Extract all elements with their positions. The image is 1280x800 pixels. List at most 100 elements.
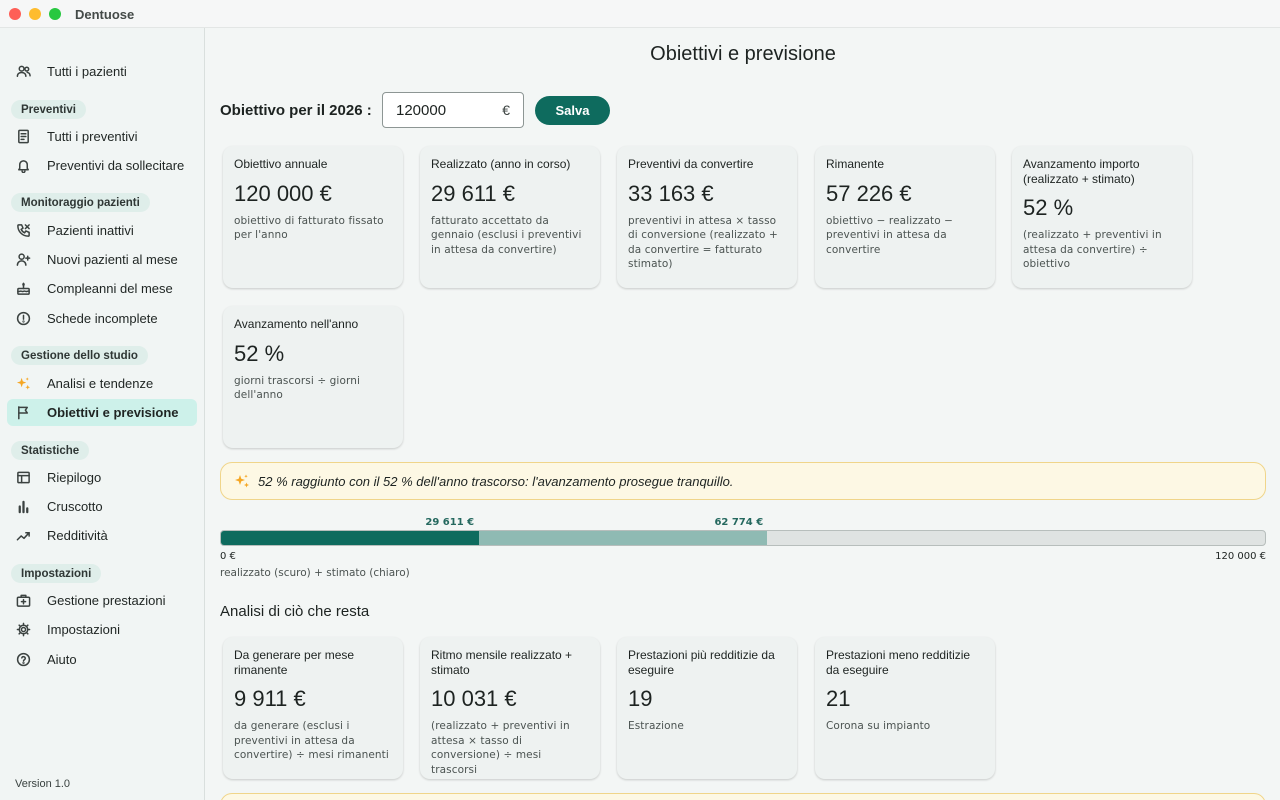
sidebar-item-label: Cruscotto xyxy=(47,499,103,514)
sidebar-item-compleanni-del-mese[interactable]: Compleanni del mese xyxy=(7,275,197,302)
card-title: Rimanente xyxy=(826,157,885,171)
card-description: Corona su impianto xyxy=(826,720,931,732)
card-ritmo-mensile: Ritmo mensile realizzato + stimato 10 03… xyxy=(420,637,600,779)
card-prestazioni-piu-redditizie: Prestazioni più redditizie da eseguire 1… xyxy=(617,637,797,779)
card-description: preventivi in attesa × tasso di conversi… xyxy=(628,214,778,271)
sidebar-item-pazienti-inattivi[interactable]: Pazienti inattivi xyxy=(7,217,197,244)
sidebar-item-analisi-e-tendenze[interactable]: Analisi e tendenze xyxy=(7,370,197,397)
users-icon xyxy=(15,64,31,80)
help-icon xyxy=(15,652,31,668)
sidebar: Tutti i pazienti Preventivi Tutti i prev… xyxy=(0,28,205,800)
sidebar-item-preventivi-da-sollecitare[interactable]: Preventivi da sollecitare xyxy=(7,152,197,179)
sidebar-item-aiuto[interactable]: Aiuto xyxy=(7,646,197,673)
sidebar-item-schede-incomplete[interactable]: Schede incomplete xyxy=(7,305,197,332)
phone-icon xyxy=(15,223,31,239)
sidebar-item-obiettivi-e-previsione[interactable]: Obiettivi e previsione xyxy=(7,399,197,426)
section-statistiche: Statistiche xyxy=(11,441,90,460)
estimated-amount-label: 62 774 € xyxy=(714,517,764,528)
card-title: Ritmo mensile realizzato + stimato xyxy=(431,648,573,677)
sidebar-item-redditivita[interactable]: Redditività xyxy=(7,522,197,549)
sparkles-icon xyxy=(15,376,31,392)
section-title-analisi: Analisi di ciò che resta xyxy=(220,603,370,620)
card-description: (realizzato + preventivi in attesa × tas… xyxy=(431,720,570,776)
card-obiettivo-annuale: Obiettivo annuale 120 000 € obiettivo di… xyxy=(223,146,403,288)
insight-banner-partial xyxy=(220,793,1266,800)
sidebar-item-riepilogo[interactable]: Riepilogo xyxy=(7,464,197,491)
bell-icon xyxy=(15,158,31,174)
gear-icon xyxy=(15,622,31,638)
card-description: obiettivo di fatturato fissato per l'ann… xyxy=(234,214,384,242)
card-value: 52 % xyxy=(1023,195,1074,220)
sidebar-item-label: Redditività xyxy=(47,528,108,543)
card-description: Estrazione xyxy=(628,720,684,732)
progress-min-label: 0 € xyxy=(220,551,236,562)
sidebar-item-label: Analisi e tendenze xyxy=(47,376,154,391)
card-prestazioni-meno-redditizie: Prestazioni meno redditizie da eseguire … xyxy=(815,637,995,779)
card-value: 33 163 € xyxy=(628,180,714,206)
sidebar-item-gestione-prestazioni[interactable]: Gestione prestazioni xyxy=(7,587,197,614)
card-value: 19 xyxy=(628,686,653,711)
sidebar-item-tutti-i-pazienti[interactable]: Tutti i pazienti xyxy=(7,58,197,85)
card-da-generare-per-mese: Da generare per mese rimanente 9 911 € d… xyxy=(223,637,403,779)
card-value: 21 xyxy=(826,686,851,711)
close-window-button[interactable] xyxy=(9,8,21,20)
card-realizzato: Realizzato (anno in corso) 29 611 € fatt… xyxy=(420,146,600,288)
receipt-icon xyxy=(15,129,31,145)
card-title: Preventivi da convertire xyxy=(628,157,754,171)
goal-label: Obiettivo per il 2026 : xyxy=(220,102,372,119)
card-title: Avanzamento importo (realizzato + stimat… xyxy=(1023,157,1140,186)
card-value: 57 226 € xyxy=(826,180,912,206)
card-rimanente: Rimanente 57 226 € obiettivo − realizzat… xyxy=(815,146,995,288)
sidebar-item-tutti-i-preventivi[interactable]: Tutti i preventivi xyxy=(7,123,197,150)
card-value: 9 911 € xyxy=(234,686,306,711)
sidebar-item-label: Compleanni del mese xyxy=(47,281,173,296)
insight-banner: 52 % raggiunto con il 52 % dell'anno tra… xyxy=(220,462,1266,500)
save-button[interactable]: Salva xyxy=(535,96,610,125)
cake-icon xyxy=(15,281,31,297)
card-title: Avanzamento nell'anno xyxy=(234,317,359,331)
progress-realized-fill xyxy=(221,531,479,545)
sidebar-item-label: Obiettivi e previsione xyxy=(47,405,179,420)
flag-icon xyxy=(15,405,31,421)
main-content: Obiettivi e previsione Obiettivo per il … xyxy=(206,28,1280,800)
section-impostazioni: Impostazioni xyxy=(11,564,102,583)
table-icon xyxy=(15,470,31,486)
card-preventivi-da-convertire: Preventivi da convertire 33 163 € preven… xyxy=(617,146,797,288)
sidebar-item-nuovi-pazienti-al-mese[interactable]: Nuovi pazienti al mese xyxy=(7,246,197,273)
card-description: da generare (esclusi i preventivi in att… xyxy=(234,720,389,761)
sidebar-item-cruscotto[interactable]: Cruscotto xyxy=(7,493,197,520)
progress-max-label: 120 000 € xyxy=(1215,551,1266,562)
minimize-window-button[interactable] xyxy=(29,8,41,20)
sparkles-icon xyxy=(234,473,250,489)
progress-caption: realizzato (scuro) + stimato (chiaro) xyxy=(220,567,410,579)
sidebar-item-label: Riepilogo xyxy=(47,470,102,485)
card-description: (realizzato + preventivi in attesa da co… xyxy=(1023,229,1162,270)
zoom-window-button[interactable] xyxy=(49,8,61,20)
user-plus-icon xyxy=(15,252,31,268)
card-value: 10 031 € xyxy=(431,686,517,711)
progress-bar xyxy=(220,530,1266,546)
card-title: Prestazioni più redditizie da eseguire xyxy=(628,648,775,677)
sidebar-item-label: Tutti i pazienti xyxy=(47,64,127,79)
sidebar-item-impostazioni[interactable]: Impostazioni xyxy=(7,616,197,643)
goal-input-value[interactable]: 120000 xyxy=(396,102,502,119)
card-value: 52 % xyxy=(234,340,285,366)
card-description: giorni trascorsi ÷ giorni dell'anno xyxy=(234,374,360,402)
section-monitoraggio-pazienti: Monitoraggio pazienti xyxy=(11,193,150,212)
sidebar-item-label: Gestione prestazioni xyxy=(47,593,166,608)
section-gestione-dello-studio: Gestione dello studio xyxy=(11,346,148,365)
goal-input[interactable]: 120000 € xyxy=(382,92,524,128)
sidebar-item-label: Schede incomplete xyxy=(47,311,158,326)
window-titlebar: Dentuose xyxy=(0,0,1280,28)
card-value: 120 000 € xyxy=(234,180,332,206)
app-title: Dentuose xyxy=(75,7,135,22)
card-avanzamento-nell-anno: Avanzamento nell'anno 52 % giorni trasco… xyxy=(223,306,403,448)
card-title: Obiettivo annuale xyxy=(234,157,328,171)
currency-suffix: € xyxy=(502,102,510,118)
card-description: obiettivo − realizzato − preventivi in a… xyxy=(826,214,954,256)
page-title: Obiettivi e previsione xyxy=(650,43,836,65)
medical-kit-icon xyxy=(15,593,31,609)
trend-icon xyxy=(15,528,31,544)
section-preventivi: Preventivi xyxy=(11,100,86,119)
sidebar-item-label: Aiuto xyxy=(47,652,77,667)
